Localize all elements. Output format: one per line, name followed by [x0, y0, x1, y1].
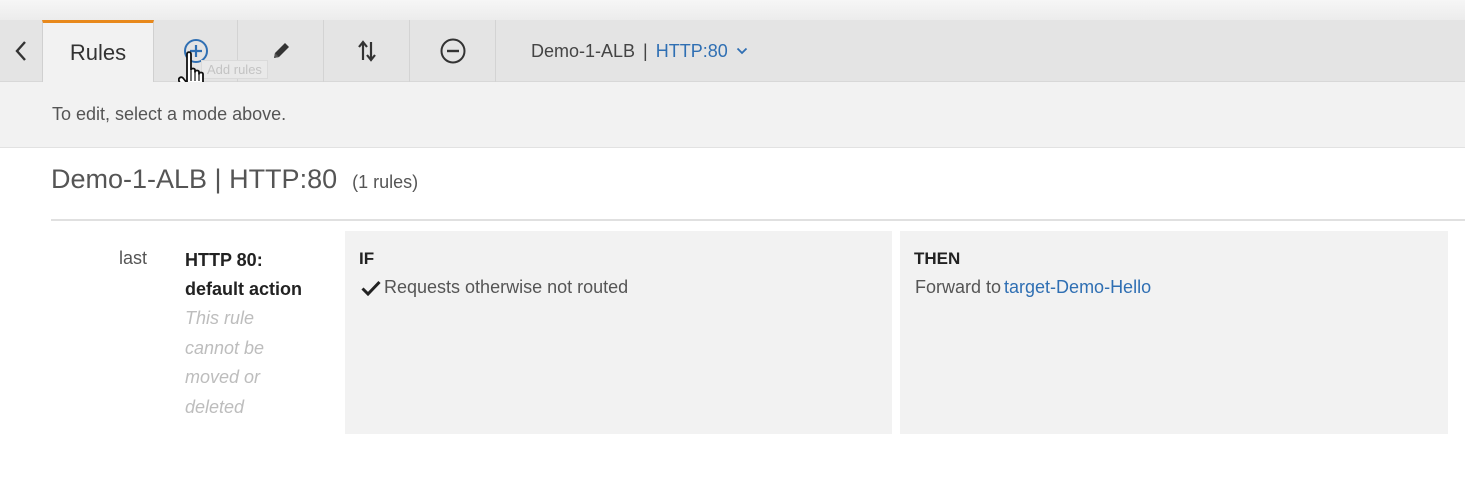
chevron-left-icon: [15, 41, 26, 61]
reorder-rules-button[interactable]: [324, 20, 410, 82]
rule-name-line-1: HTTP 80:: [185, 250, 263, 270]
action-item: Forward to target-Demo-Hello: [915, 277, 1151, 298]
listener-selector[interactable]: Demo-1-ALB | HTTP:80: [531, 20, 748, 82]
section-divider: [51, 219, 1465, 221]
rule-conditions-panel: IF Requests otherwise not routed: [345, 231, 892, 434]
then-label: THEN: [914, 249, 961, 268]
check-icon: [361, 280, 381, 296]
add-rules-tooltip: Add rules: [201, 60, 268, 79]
listener-separator: |: [643, 40, 648, 61]
rule-actions-panel: THEN Forward to target-Demo-Hello: [900, 231, 1448, 434]
condition-text: Requests otherwise not routed: [384, 277, 629, 297]
rule-name: HTTP 80: default action: [185, 246, 325, 304]
listener-heading: Demo-1-ALB | HTTP:80 (1 rules): [51, 164, 418, 195]
if-label: IF: [359, 249, 375, 268]
top-shade: [0, 0, 1465, 20]
rule-name-line-2: default action: [185, 279, 303, 299]
tab-rules-label: Rules: [69, 40, 127, 65]
load-balancer-name: Demo-1-ALB: [531, 40, 636, 61]
pencil-icon: [273, 43, 289, 58]
condition-item: Requests otherwise not routed: [361, 277, 628, 298]
back-button[interactable]: [0, 20, 42, 82]
rule-priority: last: [119, 248, 148, 268]
section-title: Demo-1-ALB | HTTP:80: [51, 164, 338, 194]
action-prefix: Forward to: [915, 277, 1002, 297]
target-group-link[interactable]: target-Demo-Hello: [1004, 277, 1151, 297]
chevron-down-icon[interactable]: [736, 47, 748, 55]
tab-rules[interactable]: Rules: [42, 20, 154, 83]
minus-circle-icon: [440, 38, 465, 64]
edit-mode-hint: To edit, select a mode above.: [52, 104, 287, 124]
rule-note: This rule cannot be moved or deleted: [185, 308, 265, 417]
delete-rules-button[interactable]: [410, 20, 496, 82]
reorder-arrows-icon: [357, 40, 376, 62]
rule-count: (1 rules): [352, 172, 419, 192]
listener-protocol[interactable]: HTTP:80: [656, 41, 728, 62]
